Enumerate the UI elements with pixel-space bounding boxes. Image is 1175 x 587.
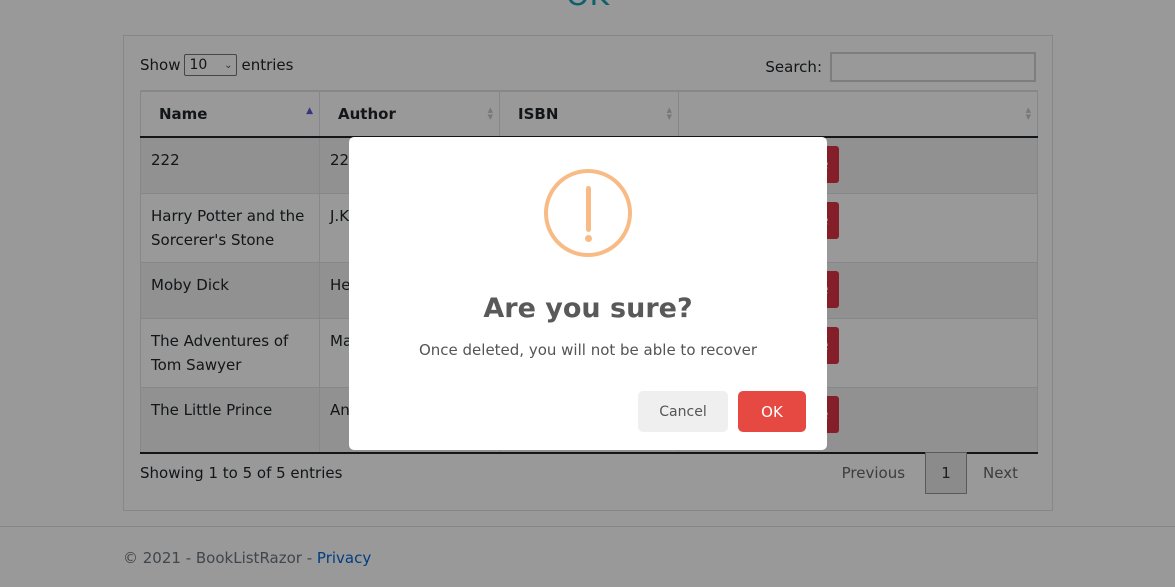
dialog-title: Are you sure? xyxy=(483,293,693,324)
dialog-text: Once deleted, you will not be able to re… xyxy=(418,341,758,359)
confirm-dialog: Are you sure? Once deleted, you will not… xyxy=(349,137,827,450)
cancel-button[interactable]: Cancel xyxy=(638,391,728,432)
warning-icon-dot xyxy=(585,235,592,242)
warning-icon-bar xyxy=(586,186,591,232)
warning-icon xyxy=(544,169,632,257)
ok-button[interactable]: OK xyxy=(738,391,806,432)
